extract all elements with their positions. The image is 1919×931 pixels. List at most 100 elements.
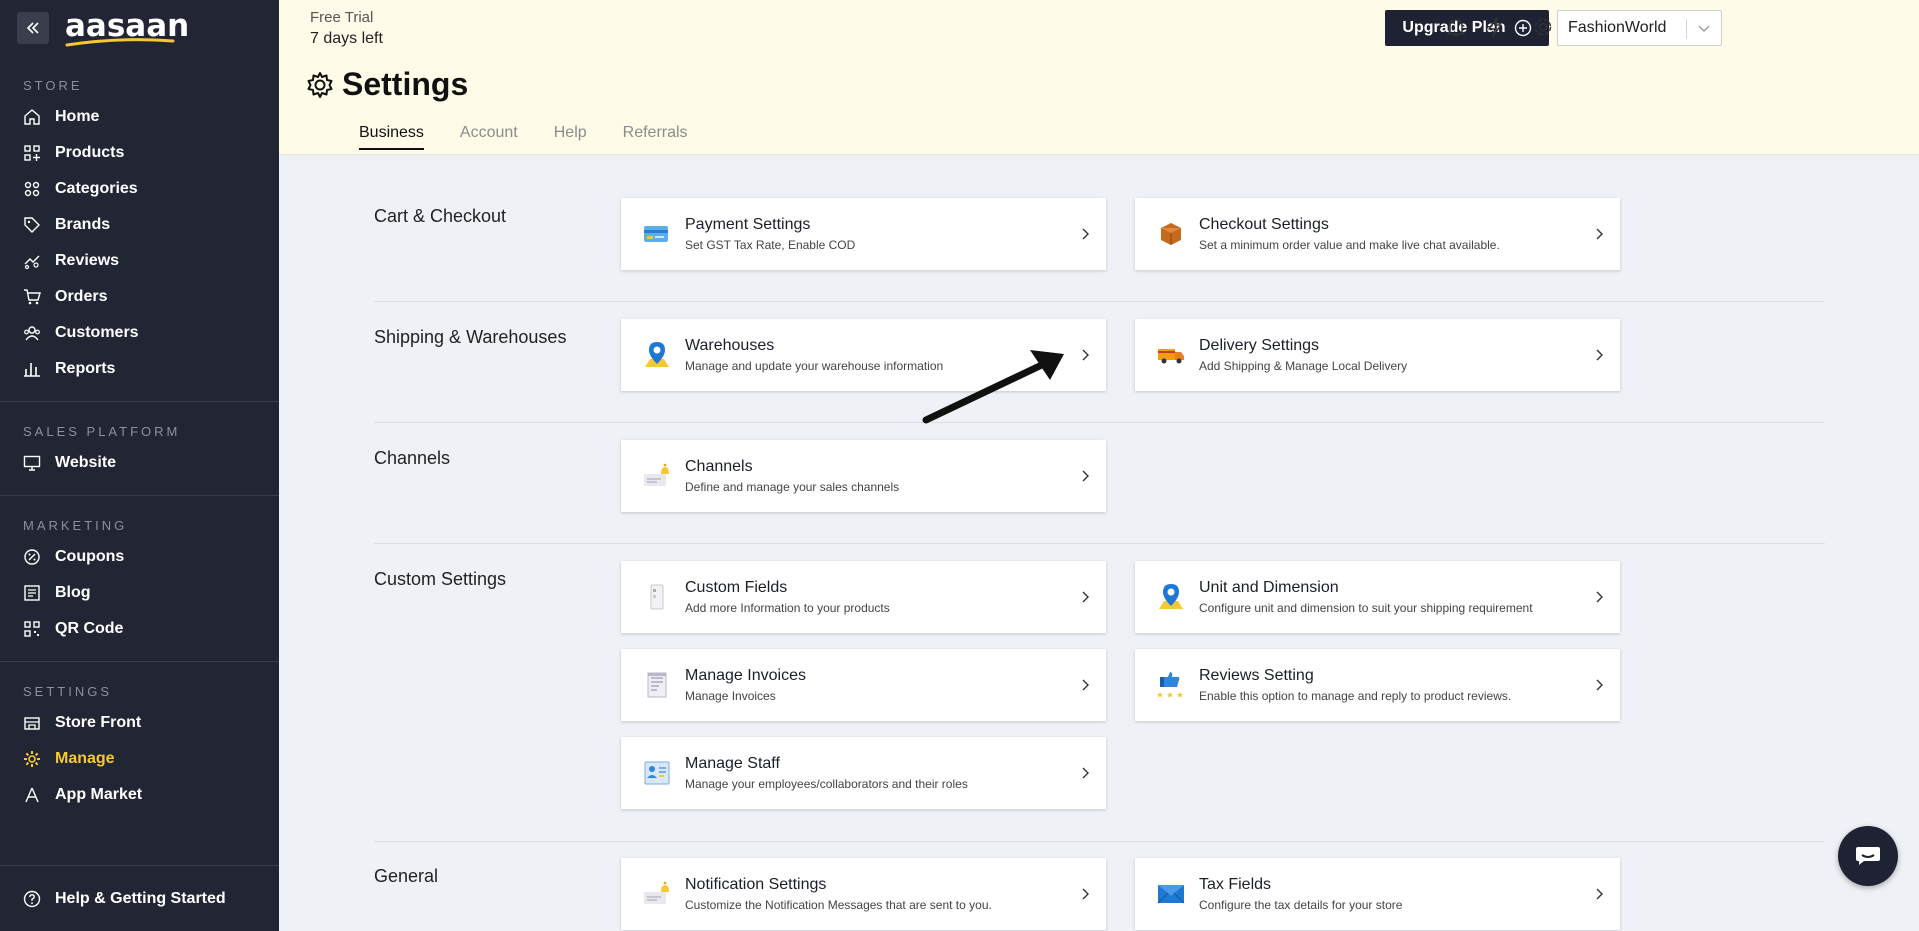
- sidebar-item-label: Manage: [55, 750, 115, 767]
- tab-referrals[interactable]: Referrals: [623, 124, 688, 150]
- card-description: Define and manage your sales channels: [685, 480, 900, 494]
- sidebar-item-label: Reviews: [55, 252, 120, 269]
- chevron-right-icon: [1082, 679, 1089, 691]
- sidebar-item-label: Store Front: [55, 714, 142, 731]
- sidebar-divider: [0, 495, 279, 496]
- sidebar-item-products[interactable]: Products: [0, 135, 279, 171]
- sidebar-item-reviews[interactable]: Reviews: [0, 243, 279, 279]
- logo-swoosh-icon: [65, 38, 175, 47]
- section-divider: [374, 301, 1825, 302]
- chevron-right-icon: [1596, 591, 1603, 603]
- sidebar-divider: [0, 661, 279, 662]
- card-title: Manage Staff: [685, 755, 780, 772]
- settings-title-icon: [307, 71, 333, 98]
- lightning-icon[interactable]: [1484, 16, 1506, 38]
- qr-icon: [24, 621, 40, 637]
- card-title: Manage Invoices: [685, 667, 806, 684]
- reviews-icon: [24, 255, 40, 270]
- channels-card[interactable]: Channels Define and manage your sales cha…: [621, 440, 1106, 512]
- sidebar-section-sales-platform: SALES PLATFORM: [23, 424, 181, 439]
- sidebar-item-categories[interactable]: Categories: [0, 171, 279, 207]
- envelope-icon: [1157, 885, 1185, 904]
- chevron-right-icon: [1082, 470, 1089, 482]
- sidebar-item-website[interactable]: Website: [0, 445, 279, 481]
- card-title: Tax Fields: [1199, 876, 1272, 893]
- page-title-row: Settings: [306, 66, 468, 103]
- sidebar-item-label: Customers: [55, 324, 139, 341]
- aasaan-logo[interactable]: aasaan: [65, 10, 189, 47]
- trial-label: Free Trial: [310, 9, 374, 26]
- card-description: Manage your employees/collaborators and …: [685, 777, 968, 791]
- gear-icon: [24, 751, 40, 767]
- sidebar-section-store: STORE: [23, 78, 83, 93]
- delivery-settings-card[interactable]: Delivery Settings Add Shipping & Manage L…: [1135, 319, 1620, 391]
- sidebar-item-blog[interactable]: Blog: [0, 575, 279, 611]
- upgrade-plan-button[interactable]: Upgrade Plan: [1385, 10, 1549, 46]
- sidebar-item-label: Website: [55, 454, 117, 471]
- channels-bell-icon: [644, 463, 669, 486]
- card-description: Enable this option to manage and reply t…: [1199, 689, 1512, 703]
- notification-settings-card[interactable]: Notification Settings Customize the Notif…: [621, 858, 1106, 930]
- section-general: General: [374, 866, 439, 886]
- card-description: Customize the Notification Messages that…: [685, 898, 992, 912]
- tab-account[interactable]: Account: [460, 124, 518, 150]
- products-icon: [24, 145, 40, 161]
- cart-icon: [24, 289, 41, 305]
- reviews-setting-card[interactable]: Reviews Setting Enable this option to man…: [1135, 649, 1620, 721]
- card-description: Configure the tax details for your store: [1199, 898, 1403, 912]
- section-custom-settings: Custom Settings: [374, 569, 507, 589]
- manage-staff-card[interactable]: Manage Staff Manage your employees/collab…: [621, 737, 1106, 809]
- chevron-down-icon: [1698, 25, 1710, 32]
- card-description: Add more Information to your products: [685, 601, 890, 615]
- checkout-settings-card[interactable]: Checkout Settings Set a minimum order val…: [1135, 198, 1620, 270]
- card-title: Checkout Settings: [1199, 216, 1329, 233]
- sidebar-item-home[interactable]: Home: [0, 99, 279, 135]
- sidebar-header: aasaan: [0, 0, 279, 56]
- unit-dimension-card[interactable]: Unit and Dimension Configure unit and dim…: [1135, 561, 1620, 633]
- annotation-arrow-icon: [922, 350, 1064, 424]
- sidebar-item-brands[interactable]: Brands: [0, 207, 279, 243]
- tab-business[interactable]: Business: [359, 124, 424, 150]
- sidebar-item-app-market[interactable]: App Market: [0, 777, 279, 813]
- sidebar-item-qr-code[interactable]: QR Code: [0, 611, 279, 647]
- settings-gear-icon[interactable]: [1532, 16, 1554, 38]
- sidebar-item-reports[interactable]: Reports: [0, 351, 279, 387]
- top-header: Free Trial 7 days left Upgrade Plan Fash…: [279, 0, 1919, 155]
- sidebar-item-store-front[interactable]: Store Front: [0, 705, 279, 741]
- card-description: Add Shipping & Manage Local Delivery: [1199, 359, 1408, 373]
- sidebar-item-label: Reports: [55, 360, 116, 377]
- card-title: Payment Settings: [685, 216, 811, 233]
- reports-icon: [24, 363, 40, 377]
- card-description: Set GST Tax Rate, Enable COD: [685, 238, 856, 252]
- section-cart-checkout: Cart & Checkout: [374, 206, 507, 226]
- chat-support-button[interactable]: [1838, 826, 1898, 886]
- tax-fields-card[interactable]: Tax Fields Configure the tax details for …: [1135, 858, 1620, 930]
- store-selector[interactable]: FashionWorld: [1557, 10, 1722, 46]
- section-divider: [374, 422, 1825, 423]
- sidebar-item-manage[interactable]: Manage: [0, 741, 279, 777]
- help-circle-icon: [23, 890, 41, 907]
- sidebar-item-coupons[interactable]: Coupons: [0, 539, 279, 575]
- tab-help[interactable]: Help: [554, 124, 587, 150]
- sidebar-item-orders[interactable]: Orders: [0, 279, 279, 315]
- collapse-sidebar-button[interactable]: [17, 12, 49, 44]
- chevron-right-icon: [1082, 767, 1089, 779]
- store-name: FashionWorld: [1568, 19, 1667, 36]
- sidebar: aasaan STORE Home Products Categories Br…: [0, 0, 279, 931]
- staff-id-icon: [644, 761, 670, 785]
- sidebar-item-label: Orders: [55, 288, 108, 305]
- sidebar-item-customers[interactable]: Customers: [0, 315, 279, 351]
- invoice-icon: [647, 672, 667, 698]
- categories-icon: [24, 181, 40, 197]
- manage-invoices-card[interactable]: Manage Invoices Manage Invoices: [621, 649, 1106, 721]
- page-title: Settings: [342, 66, 469, 102]
- bell-icon[interactable]: [1445, 16, 1467, 38]
- credit-card-icon: [644, 226, 668, 242]
- section-divider: [374, 543, 1825, 544]
- delivery-truck-icon: [1158, 349, 1184, 364]
- custom-fields-card[interactable]: Custom Fields Add more Information to you…: [621, 561, 1106, 633]
- payment-settings-card[interactable]: Payment Settings Set GST Tax Rate, Enable…: [621, 198, 1106, 270]
- card-title: Channels: [685, 458, 753, 475]
- chevron-right-icon: [1082, 228, 1089, 240]
- help-getting-started[interactable]: Help & Getting Started: [0, 865, 279, 931]
